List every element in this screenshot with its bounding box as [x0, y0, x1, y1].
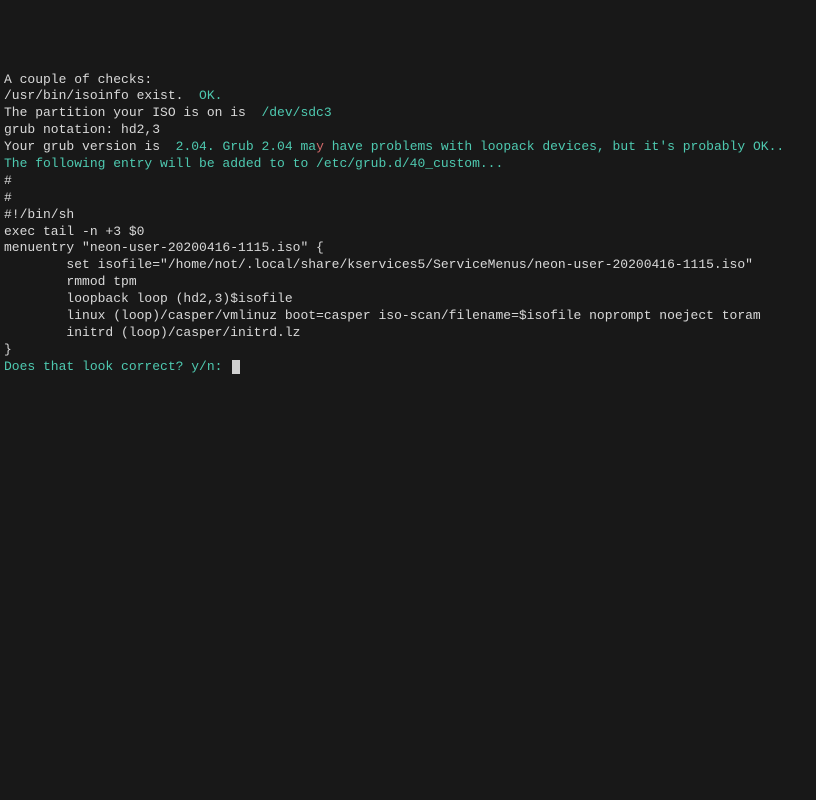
- output-line: linux (loop)/casper/vmlinuz boot=casper …: [4, 308, 812, 325]
- output-line: loopback loop (hd2,3)$isofile: [4, 291, 812, 308]
- output-line: set isofile="/home/not/.local/share/kser…: [4, 257, 812, 274]
- output-line: The partition your ISO is on is /dev/sdc…: [4, 105, 812, 122]
- output-line: The following entry will be added to to …: [4, 156, 812, 173]
- output-line: }: [4, 342, 812, 359]
- prompt-line[interactable]: Does that look correct? y/n:: [4, 359, 812, 376]
- output-line: grub notation: hd2,3: [4, 122, 812, 139]
- output-line: #: [4, 190, 812, 207]
- output-line: initrd (loop)/casper/initrd.lz: [4, 325, 812, 342]
- prompt-text: Does that look correct? y/n:: [4, 359, 230, 374]
- output-line: A couple of checks:: [4, 72, 812, 89]
- output-line: Your grub version is 2.04. Grub 2.04 may…: [4, 139, 812, 156]
- terminal-output[interactable]: A couple of checks:/usr/bin/isoinfo exis…: [4, 72, 812, 376]
- output-line: #: [4, 173, 812, 190]
- output-line: #!/bin/sh: [4, 207, 812, 224]
- output-line: menuentry "neon-user-20200416-1115.iso" …: [4, 240, 812, 257]
- output-line: rmmod tpm: [4, 274, 812, 291]
- cursor: [232, 360, 240, 374]
- output-line: /usr/bin/isoinfo exist. OK.: [4, 88, 812, 105]
- output-line: exec tail -n +3 $0: [4, 224, 812, 241]
